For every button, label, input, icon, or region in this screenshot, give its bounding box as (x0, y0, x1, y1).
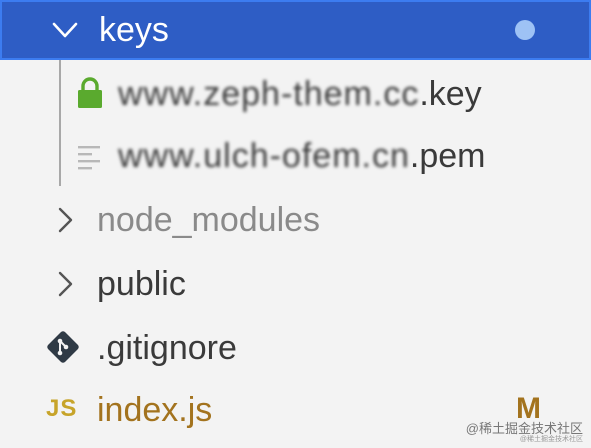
chevron-down-icon[interactable] (50, 15, 80, 45)
folder-name: public (97, 265, 186, 303)
watermark: @稀土掘金技术社区 @稀土掘金技术社区 (465, 421, 583, 444)
file-name: index.js (97, 391, 213, 429)
folder-name: keys (99, 11, 169, 49)
file-row-pem[interactable]: www.ulch-ofem.cn.pem (0, 124, 591, 188)
file-row-key[interactable]: www.zeph-them.cc.key (0, 62, 591, 126)
file-name: .gitignore (97, 329, 237, 367)
folder-name: node_modules (97, 201, 321, 239)
folder-row-public[interactable]: public (0, 252, 591, 316)
unsaved-dot-indicator (515, 20, 535, 40)
chevron-right-icon[interactable] (50, 205, 80, 235)
chevron-right-icon[interactable] (50, 269, 80, 299)
javascript-icon: JS (46, 395, 78, 422)
blurred-filename: www.ulch-ofem.cn (118, 137, 410, 175)
blurred-filename: www.zeph-them.cc (118, 75, 420, 113)
file-explorer-tree: keys www.zeph-them.cc.key www.ulch-ofem.… (0, 0, 591, 448)
text-file-icon (78, 144, 102, 170)
file-row-gitignore[interactable]: .gitignore (0, 316, 591, 380)
file-name-pem: www.ulch-ofem.cn.pem (118, 137, 486, 175)
lock-icon (76, 76, 104, 110)
git-icon (46, 330, 80, 364)
folder-row-keys[interactable]: keys (0, 0, 591, 60)
file-name-key: www.zeph-them.cc.key (118, 75, 482, 113)
folder-row-node-modules[interactable]: node_modules (0, 188, 591, 252)
